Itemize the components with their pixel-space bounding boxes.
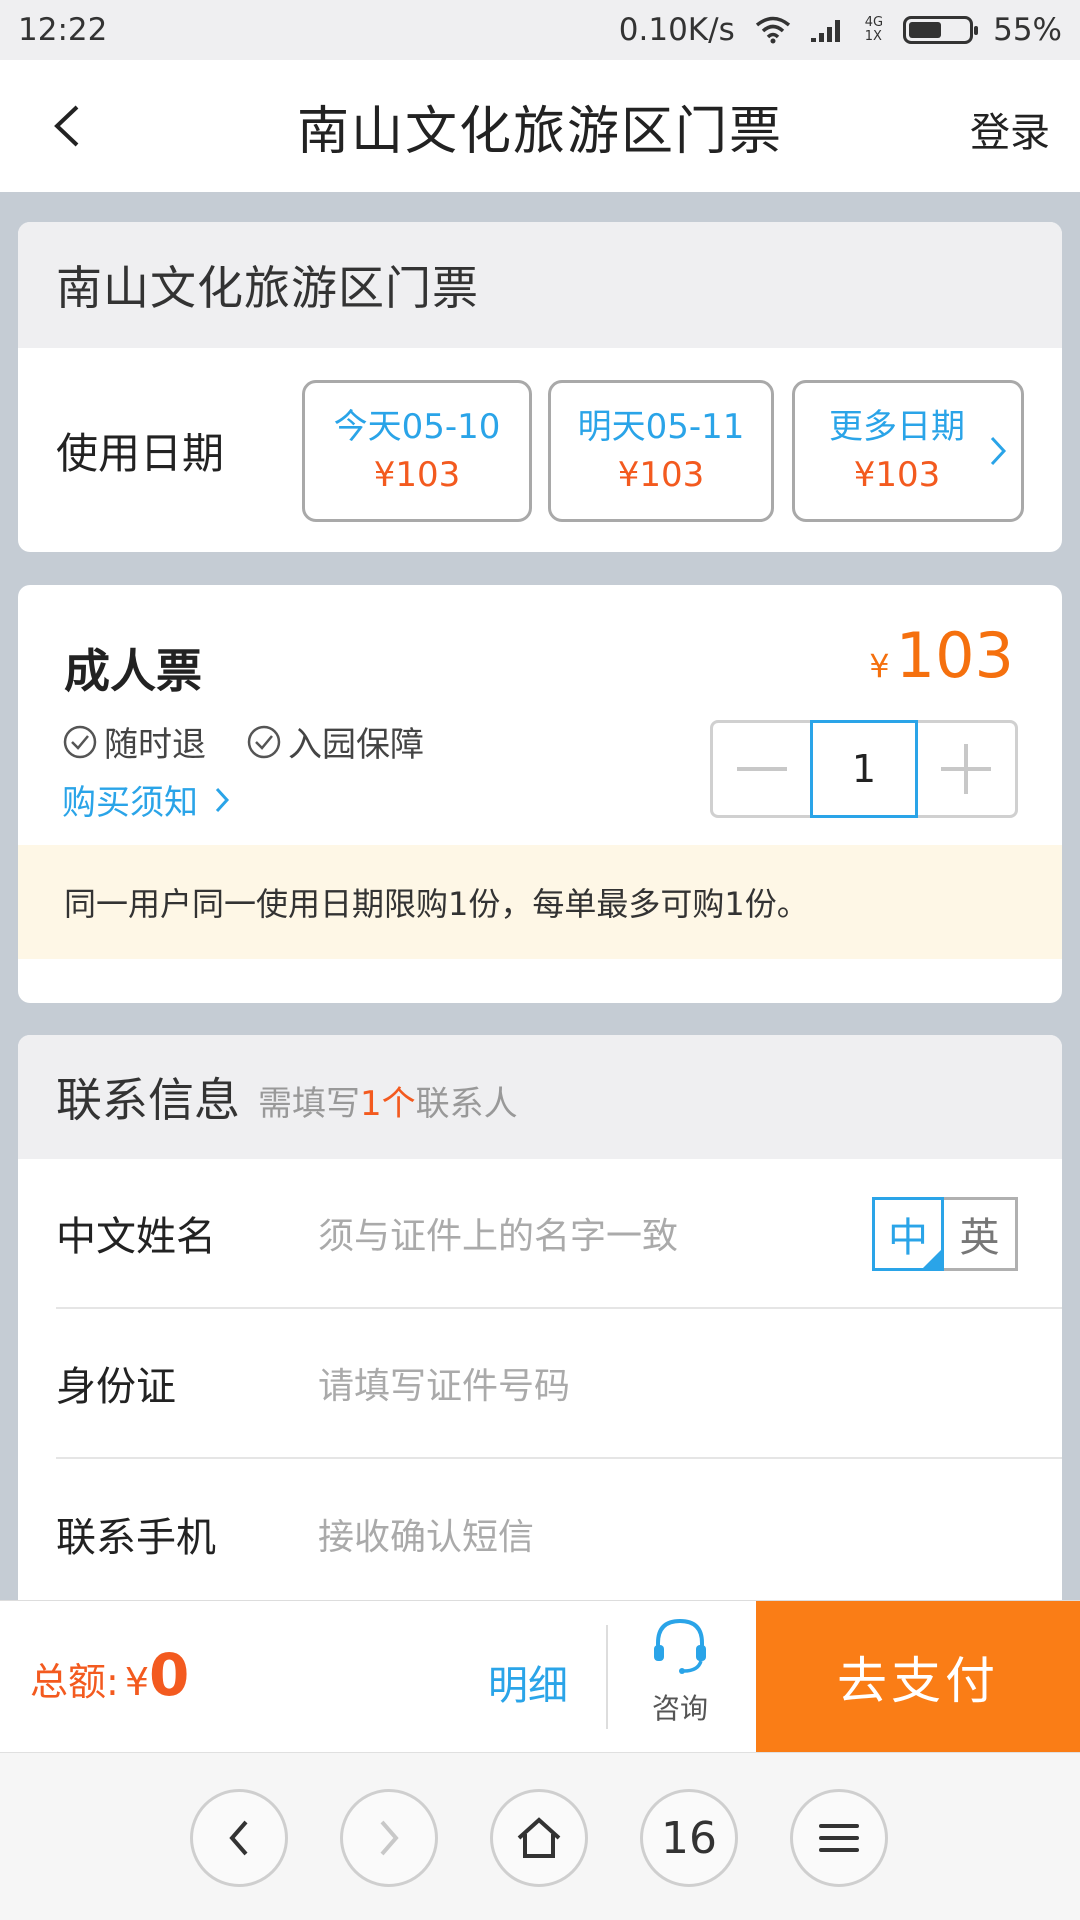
page-header: 南山文化旅游区门票 登录 [0, 60, 1080, 192]
phone-input[interactable]: 接收确认短信 [318, 1508, 534, 1560]
net-speed: 0.10K/s [618, 12, 735, 48]
contact-sub-prefix: 需填写 [258, 1083, 360, 1124]
date-option-more[interactable]: 更多日期 ¥103 [792, 380, 1024, 522]
checkout-bar: 总额: ¥ 0 明细 咨询 去支付 [0, 1600, 1080, 1753]
contact-header: 联系信息 需填写1个联系人 [18, 1035, 1062, 1159]
detail-button[interactable]: 明细 [488, 1653, 568, 1711]
date-price: ¥103 [617, 455, 705, 495]
browser-menu-button[interactable] [790, 1789, 888, 1887]
chevron-right-icon [990, 436, 1007, 466]
contact-subtitle: 需填写1个联系人 [258, 1076, 518, 1125]
date-day: 明天05-11 [577, 407, 745, 447]
tag-label: 随时退 [104, 725, 206, 765]
status-time: 12:22 [18, 12, 108, 48]
check-circle-icon [63, 725, 97, 758]
consult-label: 咨询 [651, 1692, 708, 1725]
net-type-top: 4G [864, 15, 884, 30]
pay-button[interactable]: 去支付 [756, 1601, 1080, 1753]
order-total: 总额: ¥ 0 [30, 1641, 189, 1709]
divider [606, 1625, 608, 1729]
purchase-notice-label: 购买须知 [62, 783, 198, 823]
ticket-card-title: 南山文化旅游区门票 [56, 261, 479, 315]
contact-info-card: 联系信息 需填写1个联系人 中文姓名 须与证件上的名字一致 中 英 身份证 请填… [18, 1035, 1062, 1635]
total-currency: ¥ [124, 1660, 149, 1704]
wifi-icon [755, 16, 790, 44]
headset-icon [654, 1618, 706, 1674]
ticket-card-header: 南山文化旅游区门票 [18, 222, 1062, 348]
lang-en-button[interactable]: 英 [944, 1200, 1015, 1268]
date-price: ¥103 [853, 455, 941, 495]
menu-icon [819, 1824, 859, 1852]
phone-field: 联系手机 接收确认短信 [56, 1459, 1062, 1609]
date-day: 今天05-10 [333, 407, 501, 447]
quantity-stepper: 1 [710, 720, 1018, 818]
net-type-bottom: 1X [864, 29, 882, 44]
quantity-input[interactable]: 1 [810, 720, 918, 818]
battery-icon [903, 16, 979, 44]
chinese-name-input[interactable]: 须与证件上的名字一致 [318, 1207, 678, 1259]
field-label: 中文姓名 [56, 1214, 216, 1260]
price-value: 103 [895, 619, 1014, 692]
chevron-left-icon [54, 105, 79, 147]
network-type: 4G 1X [865, 16, 883, 44]
ticket-date-card: 南山文化旅游区门票 使用日期 今天05-10 ¥103 明天05-11 ¥103… [18, 222, 1062, 552]
login-button[interactable]: 登录 [970, 100, 1050, 158]
lang-zh-button[interactable]: 中 [872, 1197, 944, 1271]
tag-entry-guarantee: 入园保障 [246, 717, 424, 766]
consult-button[interactable]: 咨询 [630, 1613, 730, 1727]
date-row: 使用日期 今天05-10 ¥103 明天05-11 ¥103 更多日期 ¥103 [18, 348, 1062, 552]
browser-nav-bar: 16 [0, 1752, 1080, 1920]
purchase-notice-link[interactable]: 购买须知 [62, 775, 230, 824]
tabs-count: 16 [661, 1812, 717, 1864]
decrease-button[interactable] [713, 723, 810, 815]
date-label: 使用日期 [56, 429, 225, 478]
check-circle-icon [247, 725, 281, 758]
contact-sub-suffix: 联系人 [415, 1083, 518, 1124]
id-card-field: 身份证 请填写证件号码 [56, 1309, 1062, 1459]
increase-button[interactable] [918, 723, 1015, 815]
minus-icon [736, 767, 787, 771]
purchase-limit-notice: 同一用户同一使用日期限购1份，每单最多可购1份。 [18, 845, 1062, 959]
chevron-right-icon [380, 1820, 399, 1856]
name-language-toggle: 中 英 [872, 1197, 1018, 1271]
total-value: 0 [149, 1641, 190, 1709]
chevron-left-icon [229, 1820, 248, 1856]
contact-title: 联系信息 [56, 1073, 240, 1127]
date-day: 更多日期 [829, 407, 965, 447]
total-label: 总额: [30, 1660, 119, 1704]
date-option-tomorrow[interactable]: 明天05-11 ¥103 [548, 380, 774, 522]
date-price: ¥103 [373, 455, 461, 495]
id-card-input[interactable]: 请填写证件号码 [318, 1357, 570, 1409]
back-button[interactable] [44, 98, 88, 154]
home-icon [517, 1817, 561, 1858]
browser-home-button[interactable] [490, 1789, 588, 1887]
signal-icon [810, 20, 840, 42]
ticket-tags: 随时退 入园保障 [62, 717, 424, 766]
price-currency: ¥ [869, 647, 890, 685]
tag-label: 入园保障 [288, 725, 424, 765]
browser-tabs-button[interactable]: 16 [640, 1789, 738, 1887]
ticket-price: ¥ 103 [869, 619, 1014, 692]
date-option-today[interactable]: 今天05-10 ¥103 [302, 380, 532, 522]
browser-back-button[interactable] [190, 1789, 288, 1887]
tag-refund: 随时退 [62, 717, 206, 766]
browser-forward-button[interactable] [340, 1789, 438, 1887]
contact-count: 1个 [360, 1083, 416, 1124]
plus-icon [941, 744, 992, 794]
chinese-name-field: 中文姓名 须与证件上的名字一致 中 英 [56, 1159, 1062, 1309]
adult-ticket-card: 成人票 ¥ 103 随时退 入园保障 购买须知 1 同一用户同一使用日期限购1份… [18, 585, 1062, 1003]
page-title: 南山文化旅游区门票 [296, 101, 783, 162]
status-bar: 12:22 0.10K/s 4G 1X 55% [0, 0, 1080, 60]
ticket-type-name: 成人票 [64, 644, 202, 698]
field-label: 联系手机 [56, 1515, 216, 1561]
field-label: 身份证 [56, 1364, 176, 1410]
chevron-right-icon [215, 787, 230, 812]
battery-percent: 55% [993, 12, 1062, 48]
